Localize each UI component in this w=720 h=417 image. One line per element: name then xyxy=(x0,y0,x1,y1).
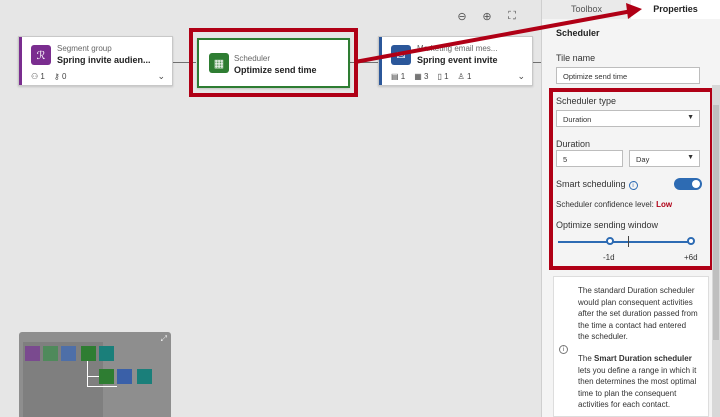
callout-arrow xyxy=(354,3,642,64)
